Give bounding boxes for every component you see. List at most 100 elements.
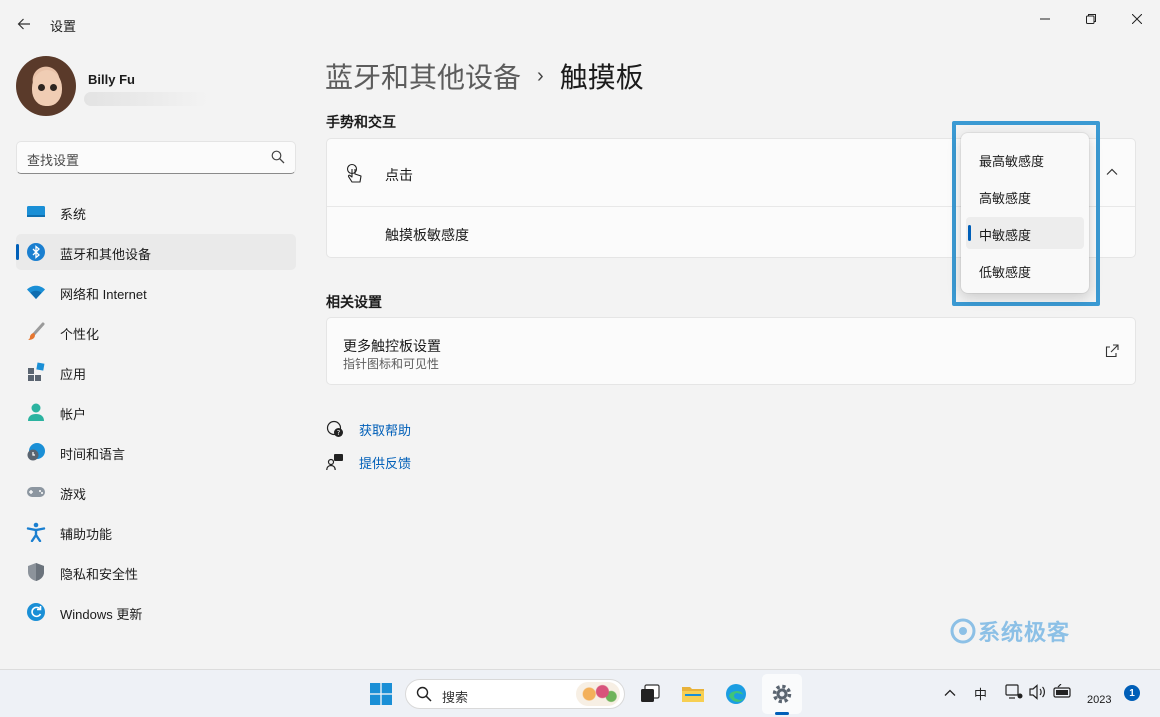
search-icon: [271, 150, 285, 164]
update-icon: [26, 602, 46, 622]
search-highlight-image: [576, 682, 620, 706]
minimize-button[interactable]: [1022, 4, 1068, 34]
maximize-icon: [1086, 14, 1096, 24]
person-icon: [26, 402, 46, 422]
option-label: 高敏感度: [979, 191, 1032, 206]
brush-icon: [26, 322, 46, 342]
more-touchpad-subtitle: 指针图标和可见性: [343, 357, 440, 371]
sensitivity-option-high[interactable]: 高敏感度: [966, 180, 1084, 212]
sidebar-item-system[interactable]: 系统: [16, 194, 296, 230]
sidebar-item-apps[interactable]: 应用: [16, 354, 296, 390]
edge-button[interactable]: [722, 680, 750, 708]
sidebar-item-label: 时间和语言: [60, 447, 126, 462]
ime-indicator[interactable]: 中: [974, 684, 987, 703]
option-label: 最高敏感度: [979, 154, 1045, 169]
sensitivity-option-medium[interactable]: 中敏感度: [966, 217, 1084, 249]
option-label: 低敏感度: [979, 265, 1032, 280]
sidebar-item-label: 应用: [60, 367, 87, 382]
sidebar-item-label: 游戏: [60, 487, 87, 502]
tap-label: 点击: [385, 167, 413, 183]
windows-start-icon: [370, 683, 392, 705]
bluetooth-icon: [26, 242, 46, 262]
shield-icon: [26, 562, 46, 582]
apps-icon: [26, 362, 46, 382]
battery-icon[interactable]: [1053, 684, 1073, 700]
give-feedback-link[interactable]: 提供反馈: [326, 451, 411, 473]
sidebar-item-label: 个性化: [60, 327, 100, 342]
sidebar-item-network[interactable]: 网络和 Internet: [16, 274, 296, 310]
svg-text:?: ?: [337, 429, 341, 437]
sidebar-item-label: 网络和 Internet: [60, 287, 147, 302]
watermark-logo: 系统极客: [950, 616, 1070, 646]
section-title-related: 相关设置: [326, 294, 382, 310]
volume-icon[interactable]: [1029, 684, 1047, 700]
section-title-gestures: 手势和交互: [326, 114, 396, 130]
breadcrumb: 蓝牙和其他设备 › 触摸板: [325, 56, 644, 96]
sidebar-item-gaming[interactable]: 游戏: [16, 474, 296, 510]
sidebar-nav: 系统 蓝牙和其他设备 网络和 Internet 个性化 应用 帐户 时间和语言 …: [16, 194, 296, 634]
minimize-icon: [1040, 18, 1050, 20]
sidebar-item-label: Windows 更新: [60, 607, 143, 622]
breadcrumb-parent-link[interactable]: 蓝牙和其他设备: [325, 56, 521, 96]
user-profile[interactable]: Billy Fu: [16, 56, 296, 120]
close-icon: [1132, 14, 1142, 24]
sidebar-item-accessibility[interactable]: 辅助功能: [16, 514, 296, 550]
back-button[interactable]: [12, 12, 36, 36]
user-name: Billy Fu: [88, 72, 135, 87]
title-bar: 设置: [0, 0, 1160, 48]
file-explorer-icon: [682, 687, 704, 702]
search-input[interactable]: 查找设置: [16, 141, 296, 174]
wifi-icon: [26, 282, 46, 302]
settings-taskbar-button[interactable]: [768, 680, 796, 708]
start-button[interactable]: [367, 680, 395, 708]
page-title: 触摸板: [559, 62, 644, 93]
close-button[interactable]: [1114, 4, 1160, 34]
watermark-text: 系统极客: [978, 620, 1071, 645]
accessibility-icon: [26, 522, 46, 542]
edge-icon: [726, 684, 746, 704]
sensitivity-option-low[interactable]: 低敏感度: [966, 254, 1084, 286]
touchpad-sensitivity-label: 触摸板敏感度: [385, 227, 469, 243]
feedback-person-icon: [326, 454, 343, 471]
get-help-label: 获取帮助: [359, 422, 412, 438]
task-view-button[interactable]: [636, 680, 664, 708]
sidebar-item-label: 蓝牙和其他设备: [60, 247, 152, 262]
app-title: 设置: [50, 19, 77, 34]
sidebar-item-windows-update[interactable]: Windows 更新: [16, 594, 296, 630]
chevron-up-icon[interactable]: [944, 687, 956, 699]
active-app-indicator: [775, 712, 789, 715]
give-feedback-label: 提供反馈: [359, 455, 412, 471]
sidebar-item-accounts[interactable]: 帐户: [16, 394, 296, 430]
search-placeholder: 查找设置: [27, 153, 80, 168]
sidebar-item-label: 系统: [60, 207, 87, 222]
sidebar-item-personalization[interactable]: 个性化: [16, 314, 296, 350]
chevron-up-icon[interactable]: [1105, 165, 1119, 179]
file-explorer-button[interactable]: [679, 680, 707, 708]
help-chat-icon: ?: [326, 420, 343, 437]
get-help-link[interactable]: ? 获取帮助: [326, 418, 411, 440]
sidebar-item-label: 隐私和安全性: [60, 567, 139, 582]
taskbar-search-label: 搜索: [442, 690, 469, 705]
notification-badge[interactable]: 1: [1124, 685, 1140, 701]
maximize-button[interactable]: [1068, 4, 1114, 34]
sidebar-item-bluetooth[interactable]: 蓝牙和其他设备: [16, 234, 296, 270]
breadcrumb-separator: ›: [537, 64, 544, 87]
sidebar-item-time-language[interactable]: 时间和语言: [16, 434, 296, 470]
monitor-icon: [26, 202, 46, 222]
task-view-icon: [641, 684, 660, 702]
sidebar-item-label: 帐户: [60, 407, 87, 422]
network-icon[interactable]: [1005, 684, 1023, 700]
sensitivity-dropdown-menu: 最高敏感度 高敏感度 中敏感度 低敏感度: [961, 133, 1089, 293]
avatar: [16, 56, 76, 116]
globe-clock-icon: [26, 442, 46, 462]
user-email-blurred: [84, 92, 208, 106]
taskbar-search-box[interactable]: 搜索: [405, 679, 625, 709]
arrow-left-icon: [17, 18, 30, 30]
taskbar-clock[interactable]: 2023: [1087, 694, 1111, 706]
external-link-icon: [1105, 344, 1119, 358]
sidebar-item-privacy[interactable]: 隐私和安全性: [16, 554, 296, 590]
gamepad-icon: [26, 482, 46, 502]
more-touchpad-settings-link[interactable]: 更多触控板设置 指针图标和可见性: [326, 317, 1136, 385]
more-touchpad-title: 更多触控板设置: [343, 338, 441, 354]
sensitivity-option-highest[interactable]: 最高敏感度: [966, 143, 1084, 175]
